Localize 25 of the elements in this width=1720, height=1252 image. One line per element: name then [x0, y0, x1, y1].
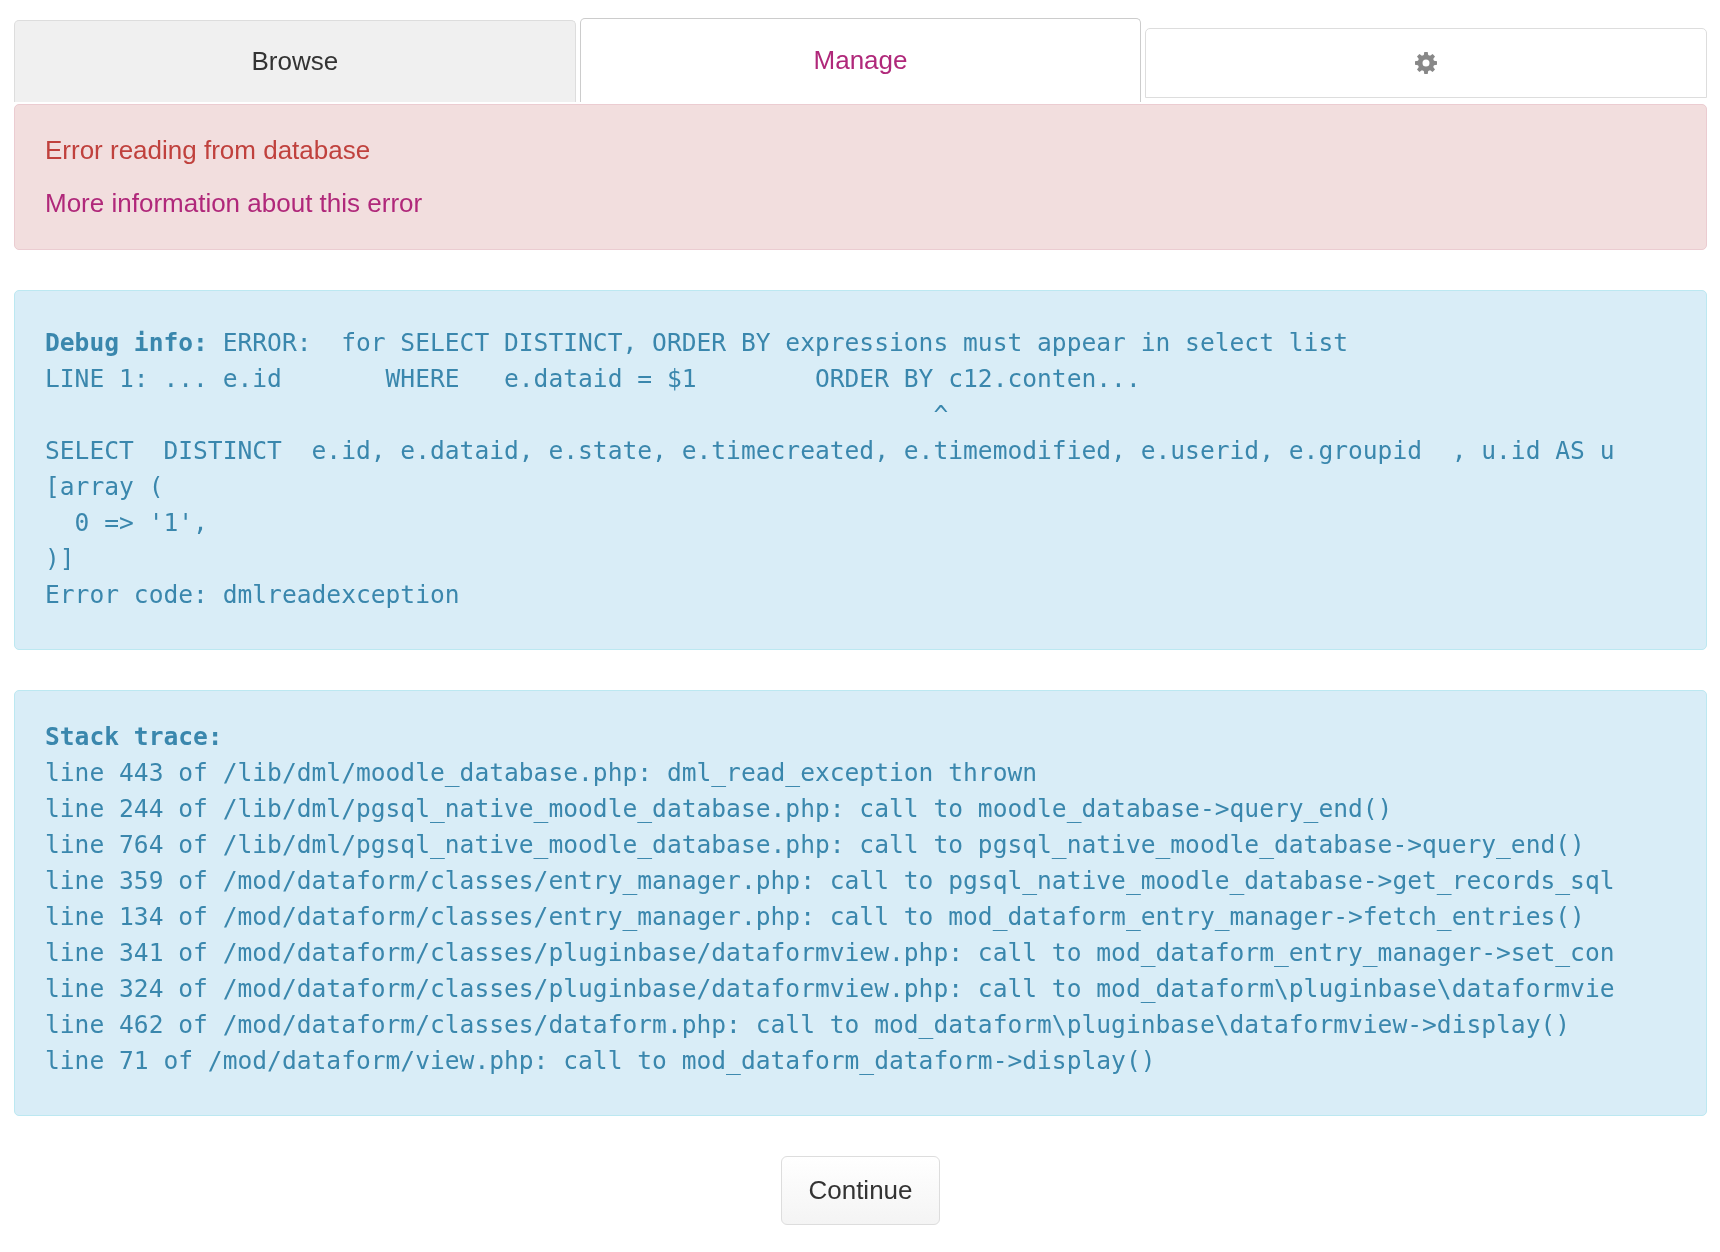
tab[interactable]: Manage [579, 18, 1142, 102]
continue-button[interactable]: Continue [781, 1156, 940, 1225]
debug-line: 0 => '1', [73, 507, 209, 539]
stack-trace-line: line 359 of /mod/dataform/classes/entry_manager.php: call to pgsql_native_moodle_database->get_records_sql [45, 865, 1616, 897]
stack-trace-line: line 341 of /mod/dataform/classes/pluginbase/dataformview.php: call to mod_dataform_entry_manager->set_con [45, 937, 1616, 969]
stack-trace-line: line 71 of /mod/dataform/view.php: call to mod_dataform_dataform->display() [45, 1045, 1157, 1077]
settings-icon [1414, 51, 1439, 75]
tab[interactable]: Browse [14, 20, 576, 102]
stack-trace-line: line 462 of /mod/dataform/classes/dataform.php: call to mod_dataform\pluginbase\dataformview->display() [45, 1009, 1572, 1041]
debug-line: Debug info: ERROR: for SELECT DISTINCT, ORDER BY expressions must appear in select list [45, 327, 1349, 359]
more-information-link[interactable]: More information about this error [45, 188, 423, 219]
stack-trace-line: line 324 of /mod/dataform/classes/pluginbase/dataformview.php: call to mod_dataform\pluginbase\dataformvie [45, 973, 1616, 1005]
error-message: Error reading from database [45, 135, 372, 166]
debug-line: SELECT DISTINCT e.id, e.dataid, e.state, e.timecreated, e.timemodified, e.userid, e.groupid , u.id AS u [45, 435, 1616, 467]
debug-line: ^ [932, 399, 950, 431]
stack-trace-line: line 244 of /lib/dml/pgsql_native_moodle_database.php: call to moodle_database->query_end() [45, 793, 1394, 825]
stack-trace-title: Stack trace: [45, 721, 224, 753]
stack-trace-line: line 443 of /lib/dml/moodle_database.php: dml_read_exception thrown [45, 757, 1039, 789]
stack-trace-line: line 134 of /mod/dataform/classes/entry_manager.php: call to mod_dataform_entry_manager->fetch_entries() [45, 901, 1586, 933]
stack-trace-line: line 764 of /lib/dml/pgsql_native_moodle_database.php: call to pgsql_native_moodle_database->query_end() [45, 829, 1586, 861]
debug-line: Error code: dmlreadexception [45, 579, 461, 611]
debug-line: LINE 1: ... e.id WHERE e.dataid = $1 ORDER BY c12.conten... [45, 363, 1142, 395]
settings-tab[interactable] [1145, 28, 1707, 98]
debug-line: )] [45, 543, 76, 575]
debug-line: [array ( [45, 471, 165, 503]
